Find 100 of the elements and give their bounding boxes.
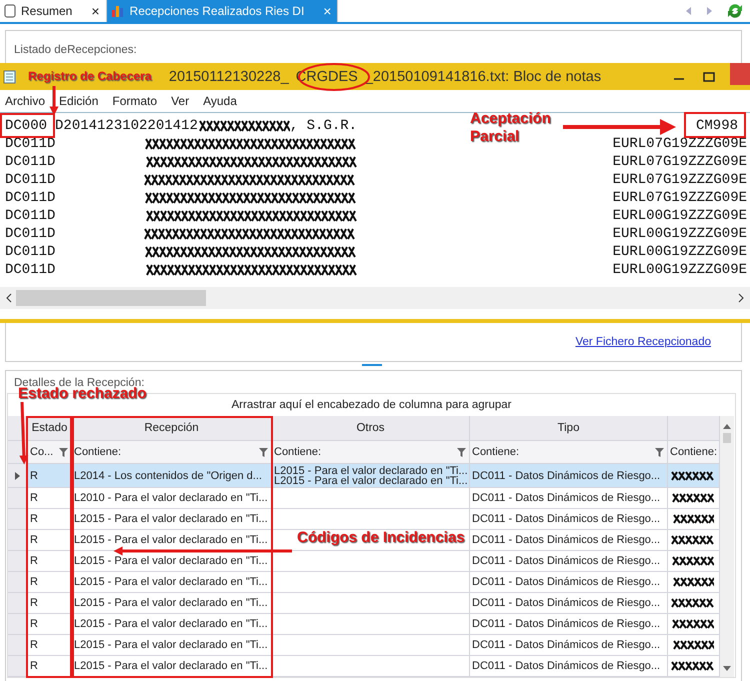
table-cell: R — [30, 534, 38, 546]
maximize-icon[interactable] — [703, 70, 715, 82]
highlight-box — [0, 113, 55, 138]
annotation-label: Aceptación Parcial — [470, 110, 552, 146]
row-indicator[interactable] — [8, 593, 28, 614]
file-link[interactable]: Ver Fichero Recepcionado — [575, 336, 711, 348]
filter-icon[interactable] — [59, 448, 68, 456]
table-row[interactable]: R L2010 - Para el valor declarado en "Ti... DC011 - Datos Dinámicos de Riesgo... — [8, 488, 720, 509]
text-line: DC000 — [5, 118, 48, 134]
filter-field[interactable]: Contiene: — [74, 446, 122, 458]
text-line: EURL00G19ZZZG09E — [612, 262, 747, 278]
row-indicator[interactable] — [8, 551, 28, 572]
filter-cell[interactable]: Contiene: — [72, 441, 272, 464]
text-line: DC011D — [5, 172, 56, 188]
row-indicator[interactable] — [8, 656, 28, 677]
table-cell: R — [30, 618, 38, 630]
scroll-thumb[interactable] — [16, 290, 206, 306]
table-cell: DC011 - Datos Dinámicos de Riesgo... — [472, 555, 660, 567]
table-cell: L2015 - Para el valor declarado en "Ti... — [274, 476, 468, 486]
filter-cell[interactable]: Co... — [28, 441, 72, 464]
table-cell: R — [30, 492, 38, 504]
close-button[interactable]: × — [91, 3, 100, 19]
table-cell: L2015 - Para el valor declarado en "Ti... — [74, 576, 268, 588]
row-indicator[interactable] — [8, 509, 28, 530]
redacted-mark — [670, 555, 714, 567]
refresh-icon[interactable] — [726, 2, 744, 20]
filter-field[interactable]: Co... — [30, 446, 54, 458]
table-row[interactable]: R L2015 - Para el valor declarado en "Ti... DC011 - Datos Dinámicos de Riesgo... — [8, 656, 720, 677]
text-line: DC011D — [5, 226, 56, 242]
table-cell: R — [30, 639, 38, 651]
redacted-mark — [670, 597, 714, 609]
column-header[interactable]: Recepción — [72, 416, 272, 441]
filter-cell[interactable]: Contiene: — [668, 441, 720, 464]
table-cell: L2015 - Para el valor declarado en "Ti... — [74, 534, 268, 546]
text-line: EURL07G19ZZZG09E — [612, 136, 747, 152]
row-indicator[interactable] — [8, 488, 28, 509]
table-row[interactable]: R L2015 - Para el valor declarado en "Ti... DC011 - Datos Dinámicos de Riesgo... — [8, 593, 720, 614]
menu-item[interactable]: Ayuda — [203, 94, 237, 108]
highlight-box — [684, 112, 746, 138]
menu-item[interactable]: Archivo — [5, 94, 46, 108]
scroll-thumb[interactable] — [723, 433, 731, 443]
arrow — [50, 86, 58, 116]
table-cell: DC011 - Datos Dinámicos de Riesgo... — [472, 618, 660, 630]
filter-field[interactable]: Contiene: — [274, 446, 322, 458]
text-line: DC011D — [5, 136, 56, 152]
menu-item[interactable]: Formato — [112, 94, 158, 108]
table-cell: L2015 - Para el valor declarado en "Ti... — [74, 597, 268, 609]
window-title: 20150112130228_ — [168, 68, 289, 84]
table-cell: L2014 - Los contenidos de "Origen d... — [74, 470, 262, 482]
table-cell: L2010 - Para el valor declarado en "Ti... — [74, 492, 268, 504]
row-indicator[interactable] — [8, 530, 28, 551]
table-cell: DC011 - Datos Dinámicos de Riesgo... — [472, 597, 660, 609]
row-indicator[interactable] — [8, 572, 28, 593]
text-line: EURL00G19ZZZG09E — [612, 208, 747, 224]
table-row[interactable]: R L2015 - Para el valor declarado en "Ti... DC011 - Datos Dinámicos de Riesgo... — [8, 614, 720, 635]
column-header[interactable]: Otros — [272, 416, 470, 441]
scroll-right-icon[interactable] — [738, 293, 744, 303]
table-cell: DC011 - Datos Dinámicos de Riesgo... — [472, 534, 660, 546]
table-row[interactable]: R L2015 - Para el valor declarado en "Ti... DC011 - Datos Dinámicos de Riesgo... — [8, 635, 720, 656]
text-line: DC011D — [5, 208, 56, 224]
text-line: CM998 — [696, 118, 738, 134]
filter-field[interactable]: Contiene: — [472, 446, 520, 458]
scroll-down-icon[interactable] — [723, 666, 731, 671]
table-cell: R — [30, 555, 38, 567]
text-line: EURL07G19ZZZG09E — [612, 190, 747, 206]
row-indicator[interactable] — [8, 635, 28, 656]
filter-icon[interactable] — [259, 448, 268, 456]
row-pointer-icon — [15, 472, 20, 480]
scrollbar[interactable] — [720, 416, 734, 677]
text-line: DC011D — [5, 190, 56, 206]
row-indicator[interactable] — [8, 614, 28, 635]
annotation-label: Registro de Cabecera — [28, 69, 152, 83]
table-cell: DC011 - Datos Dinámicos de Riesgo... — [472, 513, 660, 525]
redacted-mark — [670, 660, 714, 672]
filter-field[interactable]: Contiene: — [670, 446, 718, 458]
redacted-mark — [670, 618, 714, 630]
filter-cell[interactable]: Contiene: — [470, 441, 668, 464]
table-cell: L2015 - Para el valor declarado en "Ti... — [74, 660, 268, 672]
filter-cell[interactable]: Contiene: — [272, 441, 470, 464]
menu-item[interactable]: Ver — [171, 94, 190, 108]
close-button[interactable]: × — [323, 3, 332, 19]
table-row[interactable]: R L2015 - Para el valor declarado en "Ti... DC011 - Datos Dinámicos de Riesgo... — [8, 551, 720, 572]
menu-item[interactable]: Edición — [59, 94, 98, 108]
row-indicator[interactable] — [8, 464, 28, 488]
table-cell: L2015 - Para el valor declarado en "Ti... — [74, 639, 268, 651]
tab[interactable]: Recepciones Realizados Ries DI × — [106, 0, 338, 22]
filter-icon[interactable] — [457, 448, 466, 456]
table-row[interactable]: R L2015 - Para el valor declarado en "Ti... DC011 - Datos Dinámicos de Riesgo... — [8, 509, 720, 530]
text-line: DC011D — [5, 154, 56, 170]
scrollbar[interactable] — [0, 287, 750, 309]
scroll-up-icon[interactable] — [723, 424, 731, 429]
bar-chart-icon — [110, 4, 125, 18]
scroll-left-icon[interactable] — [6, 293, 12, 303]
filter-icon[interactable] — [655, 448, 664, 456]
redacted-mark — [670, 470, 714, 482]
table-row[interactable]: R L2015 - Para el valor declarado en "Ti... DC011 - Datos Dinámicos de Riesgo... — [8, 572, 720, 593]
column-header[interactable]: Tipo — [470, 416, 668, 441]
table-cell: R — [30, 576, 38, 588]
table-row[interactable]: R L2014 - Los contenidos de "Origen d... L2015 - Para el valor declarado en "Ti... L2015 - Para el valor declarado en "Ti... DC011 - Datos Dinámicos de Riesgo... — [8, 464, 720, 488]
table-cell: R — [30, 660, 38, 672]
